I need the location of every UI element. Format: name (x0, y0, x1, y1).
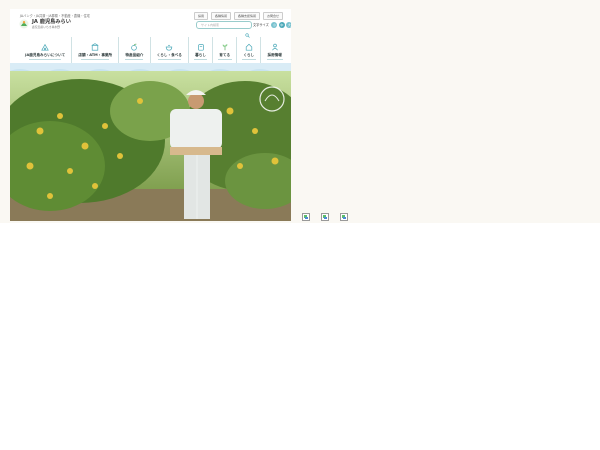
nav-label: 特産品紹介 (125, 52, 144, 57)
nav-label: 暮らし (195, 52, 206, 57)
nav-item-life[interactable]: 暮らし (188, 37, 212, 63)
utility-link-recruit[interactable]: 採用 (193, 12, 208, 20)
ja-building-icon (41, 43, 49, 51)
nav-divider (81, 59, 110, 60)
font-size-label: 文字サイズ (253, 23, 269, 27)
food-icon (166, 44, 173, 51)
sprout-icon (222, 44, 228, 51)
logo-subtitle: 鹿児島県いちき串木野 (32, 25, 60, 29)
nav-divider (217, 59, 232, 60)
nav-item-grow[interactable]: 育てる (212, 37, 236, 63)
nav-item-specialties[interactable]: 特産品紹介 (118, 37, 149, 63)
nav-divider (158, 59, 181, 60)
store-icon (91, 43, 99, 51)
site-logo[interactable]: JA 鹿児島みらい 鹿児島県いちき串木野 (19, 19, 71, 29)
nav-label: 店舗・ATM・事業所 (78, 52, 113, 57)
ja-logo-icon (19, 19, 29, 29)
broken-image-icon (302, 213, 310, 221)
search-input[interactable]: サイト内検索 (196, 21, 252, 38)
font-size-control: 文字サイズ 小 中 大 (253, 21, 291, 28)
nav-item-recruit[interactable]: 採用情報 (260, 37, 288, 63)
recruit-icon (271, 43, 278, 51)
utility-link-contact[interactable]: お問合せ (262, 12, 283, 20)
nav-label: くらし (243, 52, 255, 57)
main-nav: JA鹿児島みらいについて 店舗・ATM・事業所 特産品紹介 くらし・食べる 暮ら… (19, 37, 288, 63)
utility-links: 採用 各種情報 各種支援情報 お問合せ (193, 12, 283, 20)
website-frame: JAバンク・JA共済・JA葬祭・不動産・農機・住宅 採用 各種情報 各種支援情報… (10, 9, 291, 221)
broken-image-icon (340, 213, 348, 221)
font-size-large-button[interactable]: 大 (286, 21, 291, 28)
nav-label: 採用情報 (267, 52, 282, 57)
utility-link-support[interactable]: 各種支援情報 (233, 12, 260, 20)
nav-divider (125, 59, 144, 60)
produce-icon (131, 43, 138, 51)
utility-link-info[interactable]: 各種情報 (210, 12, 231, 20)
nav-divider (266, 59, 283, 60)
font-size-medium-button[interactable]: 中 (278, 21, 285, 28)
nav-item-stores[interactable]: 店舗・ATM・事業所 (71, 37, 118, 63)
nav-divider (193, 59, 208, 60)
nav-divider (241, 59, 256, 60)
nav-label: くらし・食べる (156, 52, 182, 57)
nav-label: 育てる (219, 52, 231, 57)
nav-item-food[interactable]: くらし・食べる (149, 37, 188, 63)
nav-label: JA鹿児島みらいについて (25, 52, 66, 57)
nav-item-living[interactable]: くらし (236, 37, 260, 63)
broken-images (302, 213, 348, 221)
search-icon[interactable] (245, 23, 250, 38)
search-placeholder: サイト内検索 (201, 22, 220, 27)
house-icon (245, 43, 252, 51)
breadcrumb[interactable]: JAバンク・JA共済・JA葬祭・不動産・農機・住宅 (20, 13, 90, 18)
font-size-small-button[interactable]: 小 (271, 21, 278, 28)
nav-item-about[interactable]: JA鹿児島みらいについて (19, 37, 71, 63)
nav-divider (29, 59, 61, 60)
broken-image-icon (321, 213, 329, 221)
hero-image (10, 71, 291, 221)
life-icon (197, 44, 204, 51)
